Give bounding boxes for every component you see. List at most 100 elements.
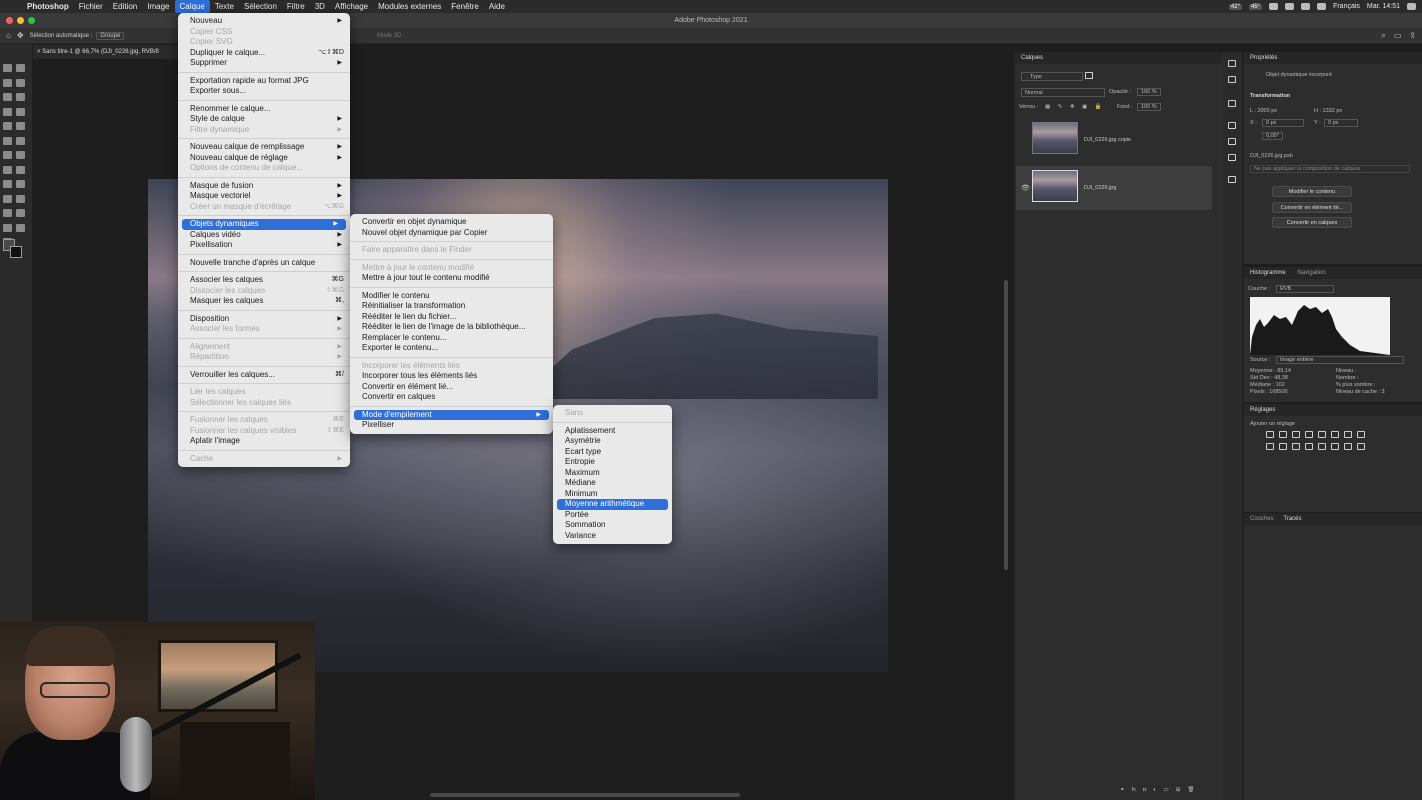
black-white-adjustment-icon[interactable] — [1357, 431, 1365, 438]
menu-item-convertir-en-element-lie[interactable]: Convertir en élément lié... — [350, 382, 553, 393]
menu-item-entropie[interactable]: Entropie — [553, 457, 672, 468]
volume-icon[interactable] — [1317, 3, 1327, 10]
crop-tool-icon[interactable] — [3, 93, 12, 101]
search-icon[interactable]: ⌕ — [1381, 31, 1385, 41]
gradient-map-adjustment-icon[interactable] — [1344, 443, 1352, 450]
x-input[interactable]: 0 px — [1262, 119, 1304, 127]
canvas-vertical-scrollbar[interactable] — [1004, 280, 1008, 570]
menu-modules-externes[interactable]: Modules externes — [373, 0, 446, 13]
menu-item-reediter-le-lien-du-fichier[interactable]: Rééditer le lien du fichier... — [350, 312, 553, 323]
menu-item-aplatissement[interactable]: Aplatissement — [553, 426, 672, 437]
gradient-tool-icon[interactable] — [16, 165, 25, 174]
menu-item-variance[interactable]: Variance — [553, 531, 672, 542]
opacity-input[interactable]: 100 % — [1137, 88, 1161, 96]
menu-item-verrouiller-les-calques[interactable]: Verrouiller les calques... ⌘/ — [178, 370, 350, 381]
menu-item-exporter-sous[interactable]: Exporter sous... — [178, 86, 350, 97]
hue-saturation-adjustment-icon[interactable] — [1331, 431, 1339, 438]
width-value[interactable]: L : 2000 px — [1250, 108, 1277, 114]
layer-comp-select[interactable]: Ne pas appliquer la composition de calqu… — [1250, 165, 1410, 173]
layer-name[interactable]: DJI_0226.jpg copie — [1084, 137, 1131, 143]
patch-tool-icon[interactable] — [16, 122, 25, 130]
clone-tool-icon[interactable] — [3, 151, 12, 159]
app-menu[interactable]: Photoshop — [22, 0, 74, 13]
brush-settings-icon[interactable] — [1228, 122, 1236, 129]
menu-item-nouveau-calque-de-remplissage[interactable]: Nouveau calque de remplissage ▶ — [178, 142, 350, 153]
convert-linked-button[interactable]: Convertir en élément lié... — [1272, 202, 1352, 213]
actions-icon[interactable] — [1228, 76, 1236, 83]
ruler-tool-icon[interactable] — [16, 107, 25, 116]
source-select[interactable]: Image entière — [1276, 356, 1404, 364]
tab-channels[interactable]: Couches — [1250, 516, 1274, 522]
menu-filtre[interactable]: Filtre — [282, 0, 310, 13]
menu-item-ecart-type[interactable]: Ecart type — [553, 447, 672, 458]
menu-item-renommer-le-calque[interactable]: Renommer le calque... — [178, 104, 350, 115]
menu-item-nouvelle-tranche-d-apres-un-calque[interactable]: Nouvelle tranche d'après un calque — [178, 258, 350, 269]
pen-tool-icon[interactable] — [3, 194, 12, 203]
path-select-tool-icon[interactable] — [3, 209, 12, 217]
clone-source-icon[interactable] — [1228, 154, 1236, 161]
auto-select-dropdown[interactable]: Groupe — [96, 31, 125, 40]
menu-item-reinitialiser-la-transformation[interactable]: Réinitialiser la transformation — [350, 301, 553, 312]
exposure-adjustment-icon[interactable] — [1305, 431, 1313, 438]
menu-item-supprimer[interactable]: Supprimer ▶ — [178, 58, 350, 69]
hand-tool-icon[interactable] — [3, 223, 12, 232]
height-value[interactable]: H : 1332 px — [1314, 108, 1342, 114]
document-tab[interactable]: × Sans titre-1 @ 66,7% (DJI_0226.jpg, RV… — [33, 45, 178, 59]
menu-item-disposition[interactable]: Disposition ▶ — [178, 314, 350, 325]
minimize-window-button[interactable] — [17, 17, 24, 24]
new-layer-icon[interactable]: ⊞ — [1176, 787, 1181, 793]
new-group-icon[interactable]: ▭ — [1164, 787, 1169, 793]
menu-item-objets-dynamiques[interactable]: Objets dynamiques ▶ — [182, 219, 346, 230]
info-icon[interactable] — [1228, 100, 1236, 107]
menu-item-remplacer-le-contenu[interactable]: Remplacer le contenu... — [350, 333, 553, 344]
menu-selection[interactable]: Sélection — [239, 0, 282, 13]
brightness-adjustment-icon[interactable] — [1266, 431, 1274, 438]
convert-layers-button[interactable]: Convertir en calques — [1272, 217, 1352, 228]
fx-icon[interactable]: fx — [1132, 787, 1136, 793]
shape-tool-icon[interactable] — [16, 209, 25, 217]
menu-item-masque-de-fusion[interactable]: Masque de fusion ▶ — [178, 181, 350, 192]
color-balance-adjustment-icon[interactable] — [1344, 431, 1352, 438]
photo-filter-adjustment-icon[interactable] — [1266, 443, 1274, 450]
menu-affichage[interactable]: Affichage — [330, 0, 373, 13]
menu-item-mode-d-empilement[interactable]: Mode d'empilement ▶ — [354, 409, 549, 420]
menu-item-pixelliser[interactable]: Pixelliser — [350, 420, 553, 431]
share-icon[interactable]: ⇪ — [1409, 31, 1416, 41]
color-lookup-adjustment-icon[interactable] — [1292, 443, 1300, 450]
tab-paths[interactable]: Tracés — [1283, 516, 1301, 522]
levels-adjustment-icon[interactable] — [1279, 431, 1287, 438]
channel-select[interactable]: RVB — [1276, 285, 1334, 293]
edit-contents-button[interactable]: Modifier le contenu — [1272, 186, 1352, 197]
tab-navigation[interactable]: Navigation — [1297, 270, 1325, 276]
menu-calque[interactable]: Calque — [174, 0, 210, 13]
selective-color-adjustment-icon[interactable] — [1357, 443, 1365, 450]
background-color-swatch[interactable] — [10, 246, 22, 258]
channel-mixer-adjustment-icon[interactable] — [1279, 443, 1287, 450]
brushes-icon[interactable] — [1228, 138, 1236, 145]
menu-edition[interactable]: Edition — [108, 0, 142, 13]
properties-title[interactable]: Propriétés — [1244, 52, 1422, 64]
menu-fenetre[interactable]: Fenêtre — [446, 0, 484, 13]
y-input[interactable]: 0 px — [1324, 119, 1358, 127]
menu-item-asymetrie[interactable]: Asymétrie — [553, 436, 672, 447]
move-tool-icon[interactable]: ✥ — [17, 31, 24, 40]
menu-item-calques-video[interactable]: Calques vidéo ▶ — [178, 230, 350, 241]
lock-icons[interactable]: ▦ ✎ ✥ ▣ 🔒 — [1045, 104, 1105, 110]
menu-fichier[interactable]: Fichier — [74, 0, 108, 13]
menu-aide[interactable]: Aide — [484, 0, 510, 13]
marquee-tool-icon[interactable] — [16, 64, 25, 72]
menu-item-masquer-les-calques[interactable]: Masquer les calques ⌘, — [178, 296, 350, 307]
blur-tool-icon[interactable] — [3, 180, 12, 188]
wifi-icon[interactable] — [1285, 3, 1295, 10]
menu-item-pixellisation[interactable]: Pixellisation ▶ — [178, 240, 350, 251]
menu-item-mettre-a-jour-tout-le-contenu-modifie[interactable]: Mettre à jour tout le contenu modifié — [350, 273, 553, 284]
auto-select-checkbox[interactable]: Sélection automatique : — [30, 33, 93, 39]
home-icon[interactable]: ⌂ — [6, 31, 11, 40]
layer-kind-filter[interactable]: Type — [1021, 72, 1083, 81]
character-icon[interactable] — [1228, 176, 1236, 183]
menu-item-maximum[interactable]: Maximum — [553, 468, 672, 479]
zoom-window-button[interactable] — [28, 17, 35, 24]
vibrance-adjustment-icon[interactable] — [1318, 431, 1326, 438]
dodge-tool-icon[interactable] — [16, 180, 25, 188]
menu-item-exportation-rapide-au-format-jpg[interactable]: Exportation rapide au format JPG — [178, 76, 350, 87]
